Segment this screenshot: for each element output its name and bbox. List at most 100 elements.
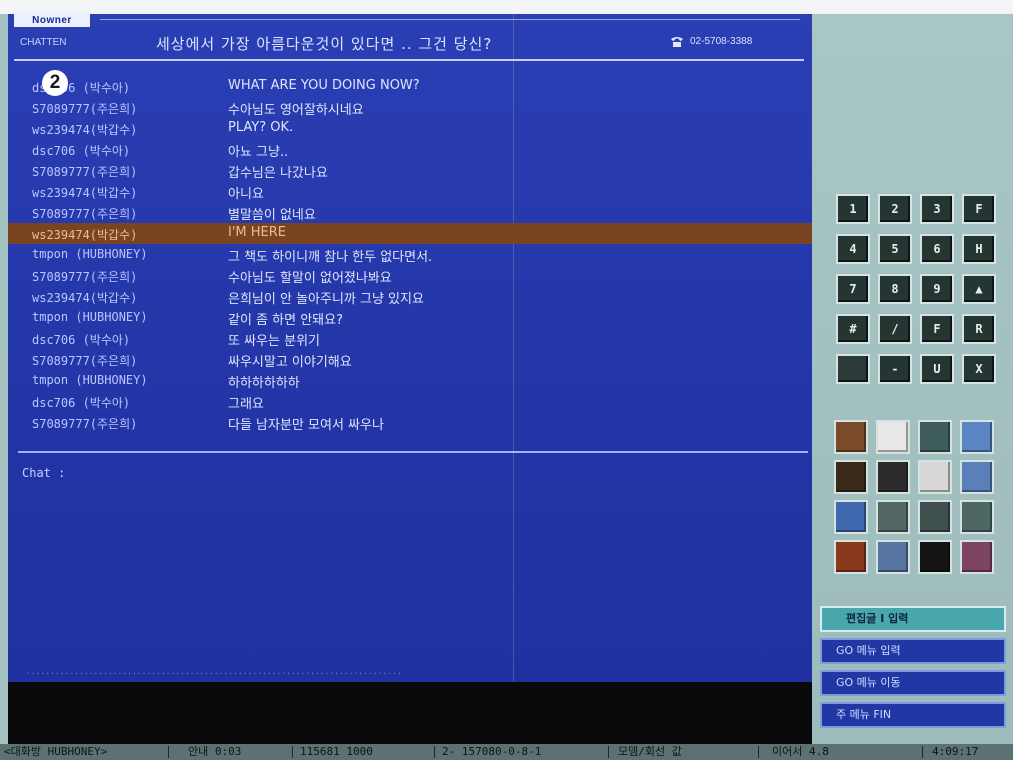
chat-message: dsc706 (박수아) 또 싸우는 분위기 bbox=[8, 328, 812, 349]
input-area[interactable] bbox=[8, 682, 812, 744]
bottom-pattern: ········································… bbox=[26, 669, 402, 677]
clock-icon[interactable] bbox=[834, 460, 868, 494]
document-icon[interactable] bbox=[918, 460, 952, 494]
camera-icon[interactable] bbox=[876, 540, 910, 574]
message-text: 또 싸우는 분위기 bbox=[228, 334, 320, 349]
message-text: WHAT ARE YOU DOING NOW? bbox=[228, 78, 420, 93]
divider-header bbox=[14, 59, 804, 61]
message-text: 같이 좀 하면 안돼요? bbox=[228, 313, 343, 328]
phone-number: 02-5708-3388 bbox=[690, 36, 753, 47]
chat-input[interactable]: Chat : bbox=[22, 466, 65, 480]
refresh-icon[interactable] bbox=[918, 420, 952, 454]
keypad-key[interactable]: 6 bbox=[920, 234, 954, 264]
keypad-key[interactable]: U bbox=[920, 354, 954, 384]
keypad-key[interactable]: 9 bbox=[920, 274, 954, 304]
chat-message: S7089777(주은희) 수아님도 영어잘하시네요 bbox=[8, 97, 812, 118]
message-user: ws239474(박갑수) bbox=[32, 186, 138, 200]
chat-message: ws239474(박갑수) I'M HERE bbox=[8, 223, 812, 244]
book-icon[interactable] bbox=[834, 420, 868, 454]
message-user: dsc706 (박수아) bbox=[32, 144, 131, 158]
message-text: 그래요 bbox=[228, 397, 264, 412]
chat-message: dsc706 (박수아) WHAT ARE YOU DOING NOW? bbox=[8, 76, 812, 97]
brand-subtitle: CHATTEN bbox=[20, 37, 67, 48]
status-bar: <대화방 HUBHONEY> 안내 0:03 115681 1000 2- 15… bbox=[0, 744, 1013, 760]
message-text: 아뇨 그냥.. bbox=[228, 145, 289, 160]
message-text: 갑수님은 나갔나요 bbox=[228, 166, 328, 181]
sliders-icon[interactable] bbox=[960, 500, 994, 534]
keypad-key[interactable]: 8 bbox=[878, 274, 912, 304]
plug-icon[interactable] bbox=[918, 500, 952, 534]
message-text: 하하하하하하 bbox=[228, 376, 300, 391]
divider-header-top bbox=[100, 19, 800, 20]
menu-button[interactable]: 주 메뉴 FIN bbox=[820, 702, 1006, 728]
chat-message: S7089777(주은희) 수아님도 할말이 없어졌나봐요 bbox=[8, 265, 812, 286]
logo: Nowner bbox=[14, 14, 90, 27]
status-continue: 이어서 4.8 bbox=[772, 745, 829, 758]
chat-message: tmpon (HUBHONEY) 같이 좀 하면 안돼요? bbox=[8, 307, 812, 328]
save-icon[interactable] bbox=[876, 460, 910, 494]
message-user: ws239474(박갑수) bbox=[32, 291, 138, 305]
message-text: 은희님이 안 놀아주니까 그냥 있지요 bbox=[228, 292, 424, 307]
chat-message: tmpon (HUBHONEY) 그 책도 하이니깨 참나 한두 없다면서. bbox=[8, 244, 812, 265]
menu-button[interactable]: GO 메뉴 입력 bbox=[820, 638, 1006, 664]
message-text: 별말씀이 없네요 bbox=[228, 208, 316, 223]
status-room: <대화방 HUBHONEY> bbox=[4, 745, 108, 758]
keypad-key[interactable]: - bbox=[878, 354, 912, 384]
chat-message: S7089777(주은희) 갑수님은 나갔나요 bbox=[8, 160, 812, 181]
menu-button[interactable]: GO 메뉴 이동 bbox=[820, 670, 1006, 696]
keypad-key[interactable]: ▲ bbox=[962, 274, 996, 304]
keypad-key[interactable]: X bbox=[962, 354, 996, 384]
keypad-key[interactable]: 2 bbox=[878, 194, 912, 224]
keypad-key[interactable]: R bbox=[962, 314, 996, 344]
chat-message: S7089777(주은희) 다들 남자분만 모여서 싸우나 bbox=[8, 412, 812, 433]
mail-icon[interactable] bbox=[876, 420, 910, 454]
menu-button[interactable]: 편집글 I 입력 bbox=[820, 606, 1006, 632]
message-user: ws239474(박갑수) bbox=[32, 228, 138, 242]
keypad-key[interactable]: F bbox=[962, 194, 996, 224]
keypad-key[interactable]: 3 bbox=[920, 194, 954, 224]
step-badge: 2 bbox=[42, 70, 68, 96]
dark-screen-icon[interactable] bbox=[918, 540, 952, 574]
chat-message: ws239474(박갑수) 은희님이 안 놀아주니까 그냥 있지요 bbox=[8, 286, 812, 307]
keypad-key[interactable]: 4 bbox=[836, 234, 870, 264]
keypad-key[interactable]: 5 bbox=[878, 234, 912, 264]
firework-icon[interactable] bbox=[834, 540, 868, 574]
message-user: dsc706 (박수아) bbox=[32, 333, 131, 347]
status-speed: 115681 1000 bbox=[300, 745, 373, 758]
message-user: S7089777(주은희) bbox=[32, 270, 138, 284]
keypad-key[interactable]: 7 bbox=[836, 274, 870, 304]
message-user: tmpon (HUBHONEY) bbox=[32, 310, 148, 324]
globe-icon[interactable] bbox=[960, 460, 994, 494]
header-title: 세상에서 가장 아름다운것이 있다면 .. 그건 당신? bbox=[156, 35, 493, 53]
message-text: 그 책도 하이니깨 참나 한두 없다면서. bbox=[228, 250, 433, 265]
message-user: S7089777(주은희) bbox=[32, 207, 138, 221]
keypad-key[interactable]: # bbox=[836, 314, 870, 344]
message-text: 아니요 bbox=[228, 187, 264, 202]
status-connection: 2- 157080-0-8-1 bbox=[442, 745, 542, 758]
chat-message: dsc706 (박수아) 아뇨 그냥.. bbox=[8, 139, 812, 160]
message-text: 수아님도 영어잘하시네요 bbox=[228, 103, 364, 118]
chat-message: S7089777(주은희) 싸우시말고 이야기해요 bbox=[8, 349, 812, 370]
message-user: S7089777(주은희) bbox=[32, 102, 138, 116]
keyboard-icon[interactable] bbox=[876, 500, 910, 534]
status-clock: 4:09:17 bbox=[932, 745, 979, 758]
flag-icon[interactable] bbox=[960, 540, 994, 574]
message-text: PLAY? OK. bbox=[228, 120, 294, 135]
window-icon[interactable] bbox=[834, 500, 868, 534]
keypad-key[interactable]: H bbox=[962, 234, 996, 264]
chat-message: dsc706 (박수아) 그래요 bbox=[8, 391, 812, 412]
keypad-key[interactable]: F bbox=[920, 314, 954, 344]
keypad-key[interactable] bbox=[836, 354, 870, 384]
message-text: 수아님도 할말이 없어졌나봐요 bbox=[228, 271, 392, 286]
monitor-icon[interactable] bbox=[960, 420, 994, 454]
message-user: tmpon (HUBHONEY) bbox=[32, 247, 148, 261]
message-text: I'M HERE bbox=[228, 225, 286, 240]
chat-message: ws239474(박갑수) 아니요 bbox=[8, 181, 812, 202]
screen: Nowner CHATTEN 세상에서 가장 아름다운것이 있다면 .. 그건 … bbox=[0, 0, 1013, 760]
divider-input bbox=[18, 451, 808, 453]
message-user: S7089777(주은희) bbox=[32, 165, 138, 179]
keypad-key[interactable]: 1 bbox=[836, 194, 870, 224]
keypad-key[interactable]: / bbox=[878, 314, 912, 344]
chat-message: S7089777(주은희) 별말씀이 없네요 bbox=[8, 202, 812, 223]
status-time: 안내 0:03 bbox=[188, 745, 242, 758]
